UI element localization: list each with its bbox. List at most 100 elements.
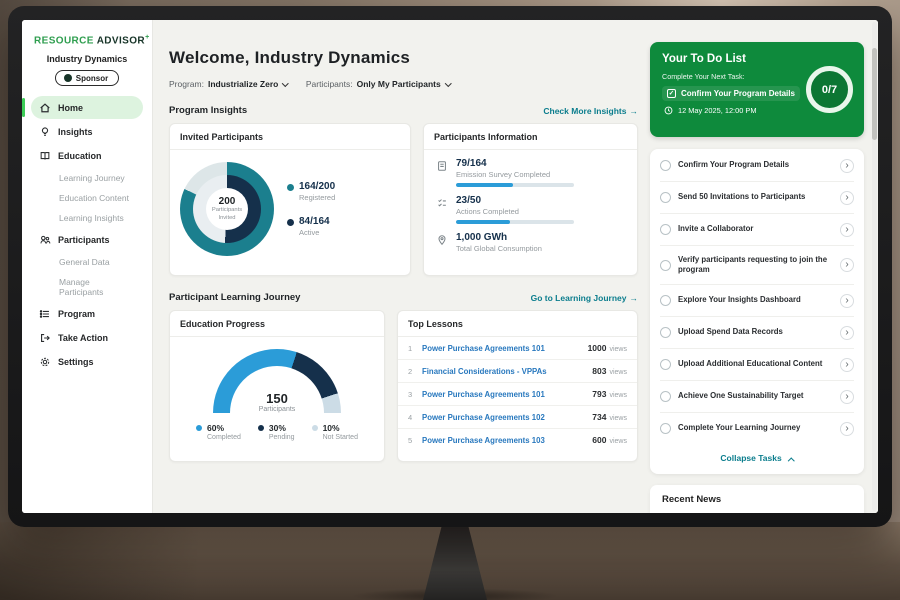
main-area: Welcome, Industry Dynamics Program: Indu… [153, 20, 878, 513]
task-row[interactable]: Achieve One Sustainability Target › [660, 381, 854, 413]
check-more-insights-link[interactable]: Check More Insights→ [543, 106, 638, 116]
gauge-legend: 60% Completed 30% Pending 10% [196, 423, 358, 441]
legend-dot [287, 184, 294, 191]
legend-pending: 30% Pending [258, 423, 295, 441]
action-arrow-icon [39, 332, 51, 344]
lesson-link[interactable]: Financial Considerations - VPPAs [422, 367, 584, 376]
survey-icon [436, 160, 448, 172]
education-gauge: 150 Participants [213, 349, 341, 413]
task-checkbox[interactable] [660, 423, 671, 434]
chevron-right-icon[interactable]: › [840, 258, 854, 272]
todo-progress-ring: 0/7 [806, 66, 853, 113]
legend-dot [196, 425, 202, 431]
chevron-right-icon[interactable]: › [840, 223, 854, 237]
todo-next-task[interactable]: ✓ Confirm Your Program Details [662, 86, 800, 101]
card-title: Participants Information [424, 124, 637, 150]
task-list: Confirm Your Program Details › Send 50 I… [650, 149, 864, 474]
task-row[interactable]: Upload Spend Data Records › [660, 317, 854, 349]
lesson-link[interactable]: Power Purchase Agreements 101 [422, 344, 580, 353]
sidebar-item-education[interactable]: Education [31, 144, 143, 167]
book-icon [39, 150, 51, 162]
todo-title: Your To Do List [662, 53, 852, 65]
task-checkbox[interactable] [660, 295, 671, 306]
chevron-right-icon[interactable]: › [840, 390, 854, 404]
task-row[interactable]: Verify participants requesting to join t… [660, 246, 854, 285]
section-title: Participant Learning Journey [169, 292, 300, 303]
clock-icon [664, 106, 673, 115]
lesson-row: 5 Power Purchase Agreements 103 600views [398, 429, 637, 451]
lesson-link[interactable]: Power Purchase Agreements 101 [422, 390, 584, 399]
learning-journey-section: Participant Learning Journey Go to Learn… [169, 292, 638, 303]
task-checkbox[interactable] [660, 359, 671, 370]
sidebar-item-take-action[interactable]: Take Action [31, 326, 143, 349]
task-row[interactable]: Upload Additional Educational Content › [660, 349, 854, 381]
check-icon: ✓ [667, 89, 676, 98]
sidebar-item-program[interactable]: Program [31, 302, 143, 325]
center-column: Welcome, Industry Dynamics Program: Indu… [169, 20, 638, 513]
lesson-link[interactable]: Power Purchase Agreements 103 [422, 436, 584, 445]
participants-information-card: Participants Information 79/164 Emission… [423, 123, 638, 276]
lesson-link[interactable]: Power Purchase Agreements 102 [422, 413, 584, 422]
program-select[interactable]: Program: Industrialize Zero [169, 79, 288, 89]
sponsor-icon [64, 74, 72, 82]
sidebar-item-manage-participants[interactable]: Manage Participants [31, 272, 143, 301]
task-row[interactable]: Explore Your Insights Dashboard › [660, 285, 854, 317]
chevron-right-icon[interactable]: › [840, 191, 854, 205]
todo-column: Your To Do List Complete Your Next Task:… [650, 20, 864, 513]
legend-dot [312, 425, 318, 431]
page-title: Welcome, Industry Dynamics [169, 48, 638, 68]
chevron-right-icon[interactable]: › [840, 159, 854, 173]
lesson-row: 1 Power Purchase Agreements 101 1000view… [398, 337, 637, 360]
task-checkbox[interactable] [660, 192, 671, 203]
scrollbar-thumb[interactable] [872, 48, 877, 140]
task-row[interactable]: Complete Your Learning Journey › [660, 413, 854, 444]
legend-dot [258, 425, 264, 431]
sidebar-item-learning-insights[interactable]: Learning Insights [31, 208, 143, 227]
task-checkbox[interactable] [660, 260, 671, 271]
chevron-right-icon[interactable]: › [840, 326, 854, 340]
task-checkbox[interactable] [660, 160, 671, 171]
lightbulb-icon [39, 126, 51, 138]
progress-fill [456, 220, 510, 224]
donut-center: 200 Participants Invited [206, 188, 248, 230]
donut-legend: 164/200 Registered 84/164 Active [287, 181, 335, 237]
org-name: Industry Dynamics [22, 54, 152, 64]
task-row[interactable]: Confirm Your Program Details › [660, 150, 854, 182]
chevron-right-icon[interactable]: › [840, 358, 854, 372]
sidebar-item-insights[interactable]: Insights [31, 120, 143, 143]
card-title: Invited Participants [170, 124, 410, 150]
legend-registered: 164/200 Registered [287, 181, 335, 202]
collapse-tasks-link[interactable]: Collapse Tasks [660, 444, 854, 473]
chevron-right-icon[interactable]: › [840, 294, 854, 308]
todo-card: Your To Do List Complete Your Next Task:… [650, 42, 864, 137]
card-title: Top Lessons [398, 311, 637, 337]
program-insights-section: Program Insights Check More Insights→ [169, 105, 638, 116]
invited-donut: 200 Participants Invited [180, 162, 274, 256]
gauge-center: 150 Participants [230, 366, 324, 413]
sidebar-item-home[interactable]: Home [31, 96, 143, 119]
chevron-down-icon [282, 80, 288, 86]
sidebar-item-settings[interactable]: Settings [31, 350, 143, 373]
go-to-learning-journey-link[interactable]: Go to Learning Journey→ [531, 293, 638, 303]
task-row[interactable]: Send 50 Invitations to Participants › [660, 182, 854, 214]
legend-not-started: 10% Not Started [312, 423, 358, 441]
sidebar-item-education-content[interactable]: Education Content [31, 188, 143, 207]
sponsor-badge: Sponsor [55, 70, 119, 86]
sidebar-item-participants[interactable]: Participants [31, 228, 143, 251]
sidebar-item-general-data[interactable]: General Data [31, 252, 143, 271]
task-checkbox[interactable] [660, 224, 671, 235]
monitor-bezel: RESOURCE ADVISOR+ Industry Dynamics Spon… [8, 6, 892, 527]
progress-fill [456, 183, 513, 187]
sidebar-item-learning-journey[interactable]: Learning Journey [31, 168, 143, 187]
info-row: 1,000 GWh Total Global Consumption [424, 224, 637, 253]
task-row[interactable]: Invite a Collaborator › [660, 214, 854, 246]
task-checkbox[interactable] [660, 327, 671, 338]
scrollbar[interactable] [872, 22, 877, 511]
legend-dot [287, 219, 294, 226]
chevron-right-icon[interactable]: › [840, 422, 854, 436]
lesson-row: 3 Power Purchase Agreements 101 793views [398, 383, 637, 406]
participants-select[interactable]: Participants: Only My Participants [306, 79, 450, 89]
insights-cards-row: Invited Participants 200 Participants In… [169, 123, 638, 276]
brand-logo: RESOURCE ADVISOR+ [22, 32, 152, 52]
task-checkbox[interactable] [660, 391, 671, 402]
